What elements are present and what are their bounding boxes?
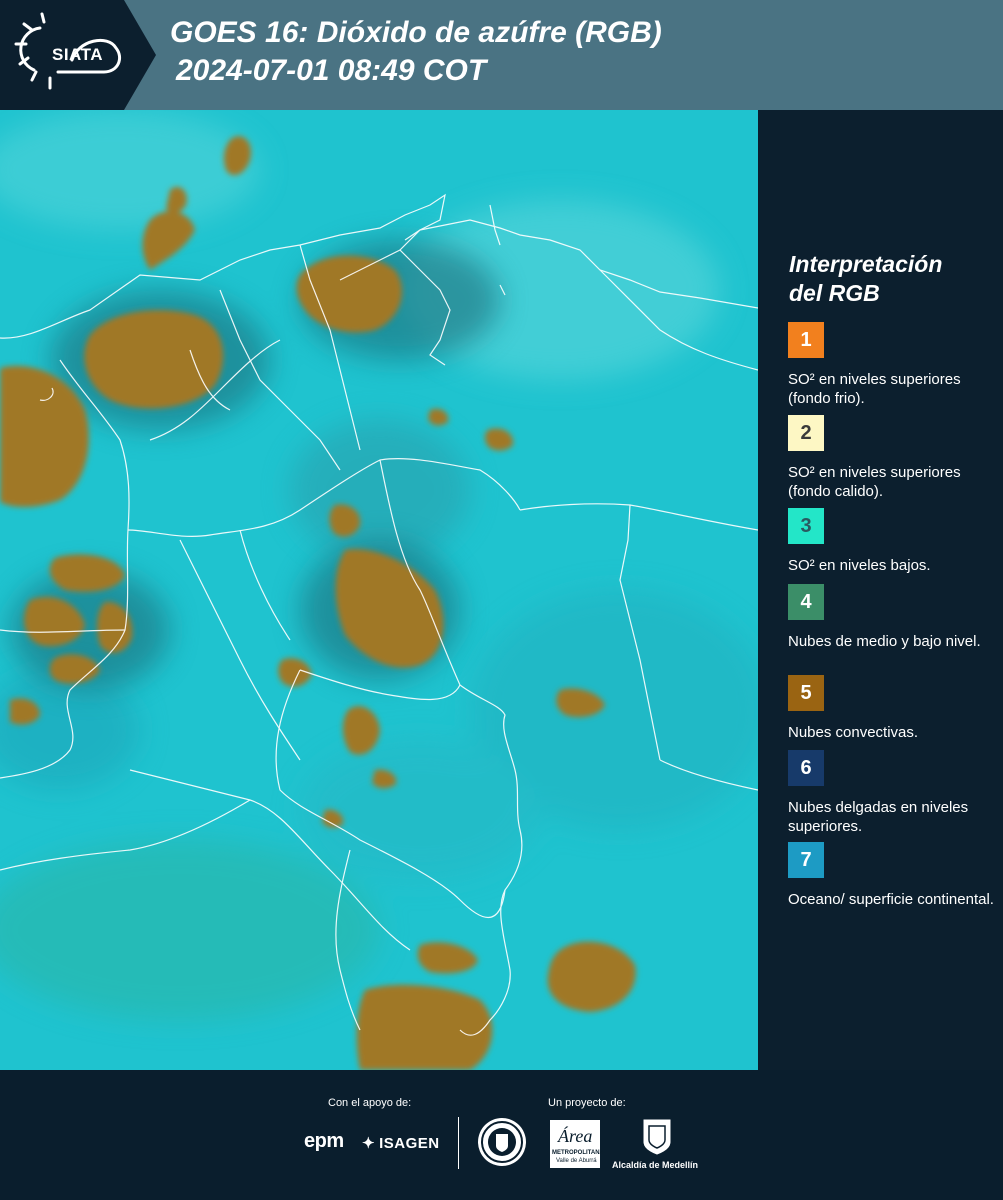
legend-swatch: 2 — [788, 415, 824, 451]
legend-item-7: 7 Oceano/ superficie continental. — [788, 842, 998, 909]
legend-item-3: 3 SO² en niveles bajos. — [788, 508, 998, 575]
support-label: Con el apoyo de: — [328, 1097, 412, 1109]
legend-swatch: 5 — [788, 675, 824, 711]
legend-item-5: 5 Nubes convectivas. — [788, 675, 998, 742]
alcaldia-label: Alcaldía de Medellín — [612, 1160, 699, 1170]
title-line-2: 2024-07-01 08:49 COT — [176, 54, 487, 87]
project-label: Un proyecto de: — [548, 1097, 626, 1109]
medellin-seal-icon — [478, 1118, 526, 1166]
legend-panel: Interpretación del RGB 1 SO² en niveles … — [760, 110, 1003, 1070]
legend-label: Nubes convectivas. — [788, 724, 919, 741]
legend-title: Interpretación del RGB — [789, 251, 943, 306]
isagen-icon: ✦ — [362, 1135, 376, 1152]
legend-swatch: 7 — [788, 842, 824, 878]
title-line-1: GOES 16: Dióxido de azúfre (RGB) — [170, 16, 662, 49]
satellite-map[interactable] — [0, 110, 758, 1070]
page-title: GOES 16: Dióxido de azúfre (RGB) 2024-07… — [170, 14, 662, 90]
legend-item-2: 2 SO² en niveles superiores (fondo calid… — [788, 415, 998, 501]
legend-swatch: 3 — [788, 508, 824, 544]
area-metropolitana-logo: Área METROPOLITANA Valle de Aburrá — [550, 1120, 604, 1168]
legend-item-1: 1 SO² en niveles superiores (fondo frio)… — [788, 322, 998, 408]
legend-item-6: 6 Nubes delgadas en niveles superiores. — [788, 750, 998, 836]
header: SIATA GOES 16: Dióxido de azúfre (RGB) 2… — [0, 0, 1003, 110]
footer-divider — [458, 1117, 459, 1169]
legend-label: Nubes delgadas en niveles superiores. — [788, 799, 969, 835]
legend-label: SO² en niveles superiores (fondo frio). — [788, 371, 961, 407]
legend-swatch: 6 — [788, 750, 824, 786]
legend-swatch: 1 — [788, 322, 824, 358]
footer: Con el apoyo de: Un proyecto de: epm ✦ I… — [0, 1070, 1003, 1200]
legend-label: Nubes de medio y bajo nivel. — [788, 633, 981, 650]
alcaldia-shield-icon — [642, 1118, 672, 1156]
legend-swatch: 4 — [788, 584, 824, 620]
siata-logo: SIATA — [0, 0, 156, 110]
epm-logo: epm — [304, 1130, 344, 1152]
legend-label: SO² en niveles bajos. — [788, 557, 931, 574]
legend-item-4: 4 Nubes de medio y bajo nivel. — [788, 584, 998, 651]
legend-label: SO² en niveles superiores (fondo calido)… — [788, 464, 961, 500]
isagen-logo: ✦ ISAGEN — [362, 1134, 440, 1153]
legend-label: Oceano/ superficie continental. — [788, 891, 994, 908]
siata-brand-text: SIATA — [52, 45, 103, 64]
